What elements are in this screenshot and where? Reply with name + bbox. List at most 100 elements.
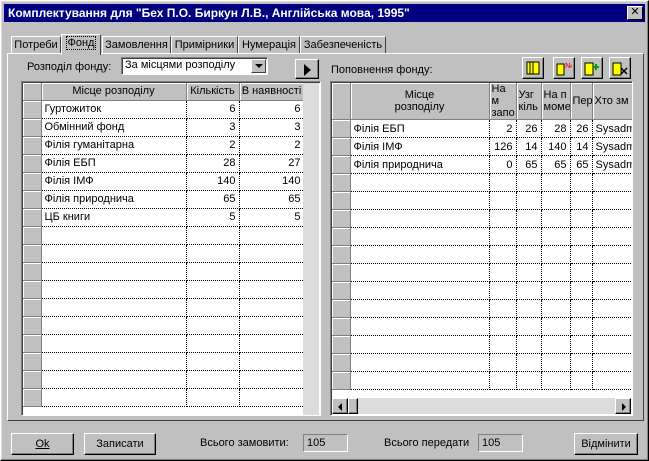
table-cell[interactable]: Обмінний фонд xyxy=(41,118,187,137)
table-cell[interactable] xyxy=(516,371,542,390)
table-cell[interactable]: 140 xyxy=(186,172,240,191)
table-cell[interactable]: 65 xyxy=(186,190,240,209)
table-cell[interactable] xyxy=(41,370,187,389)
table-row[interactable] xyxy=(23,352,305,371)
table-cell[interactable] xyxy=(489,209,517,228)
table-cell[interactable] xyxy=(541,299,571,318)
row-indicator[interactable] xyxy=(23,244,42,263)
table-cell[interactable]: 28 xyxy=(541,119,571,138)
ok-button[interactable]: Ok xyxy=(11,433,74,455)
table-cell[interactable] xyxy=(570,191,593,210)
table-cell[interactable]: Філія ЕБП xyxy=(350,119,490,138)
distribution-grid[interactable]: Місце розподілу Кількість В наявності Гу… xyxy=(21,81,321,416)
row-indicator[interactable] xyxy=(332,227,351,246)
row-indicator[interactable] xyxy=(332,245,351,264)
table-row[interactable] xyxy=(23,388,305,407)
col-header-place[interactable]: Місце розподілу xyxy=(41,83,187,101)
col-header-changed-by[interactable]: Хто зм xyxy=(592,83,632,120)
row-indicator[interactable] xyxy=(23,280,42,299)
table-cell[interactable]: Sysadm xyxy=(592,155,632,174)
row-indicator[interactable] xyxy=(23,208,42,227)
table-row[interactable] xyxy=(332,191,632,210)
table-cell[interactable] xyxy=(570,335,593,354)
table-cell[interactable] xyxy=(592,209,632,228)
table-cell[interactable] xyxy=(592,191,632,210)
table-cell[interactable] xyxy=(489,191,517,210)
table-cell[interactable]: Філія природнича xyxy=(41,190,187,209)
close-button[interactable]: ✕ xyxy=(627,6,643,20)
table-cell[interactable] xyxy=(239,316,305,335)
table-cell[interactable] xyxy=(489,173,517,192)
table-cell[interactable] xyxy=(570,263,593,282)
row-indicator[interactable] xyxy=(23,226,42,245)
table-cell[interactable]: ЦБ книги xyxy=(41,208,187,227)
row-indicator[interactable] xyxy=(23,298,42,317)
table-cell[interactable] xyxy=(516,353,542,372)
distribution-select[interactable]: За місцями розподілу xyxy=(121,57,268,75)
table-row[interactable] xyxy=(332,209,632,228)
table-cell[interactable] xyxy=(239,370,305,389)
row-indicator[interactable] xyxy=(23,352,42,371)
table-cell[interactable] xyxy=(41,262,187,281)
table-cell[interactable] xyxy=(592,371,632,390)
table-row[interactable] xyxy=(332,299,632,318)
row-indicator[interactable] xyxy=(332,353,351,372)
table-cell[interactable]: 3 xyxy=(239,118,305,137)
table-cell[interactable]: 65 xyxy=(239,190,305,209)
table-cell[interactable] xyxy=(489,227,517,246)
table-cell[interactable] xyxy=(239,244,305,263)
table-row[interactable] xyxy=(332,281,632,300)
row-indicator[interactable] xyxy=(332,155,351,174)
table-row[interactable]: ЦБ книги 5 5 xyxy=(23,208,305,227)
col-header-agreed[interactable]: Узг кіль xyxy=(516,83,542,120)
chevron-down-icon[interactable] xyxy=(251,59,266,73)
table-cell[interactable] xyxy=(239,352,305,371)
table-cell[interactable] xyxy=(350,371,490,390)
row-indicator[interactable] xyxy=(332,191,351,210)
table-cell[interactable] xyxy=(592,335,632,354)
table-cell[interactable] xyxy=(186,280,240,299)
row-indicator[interactable] xyxy=(332,173,351,192)
table-cell[interactable] xyxy=(239,388,305,407)
table-cell[interactable]: Філія ІМФ xyxy=(41,172,187,191)
number-book-button[interactable]: № xyxy=(553,57,575,79)
table-cell[interactable] xyxy=(350,299,490,318)
table-cell[interactable]: Філія ІМФ xyxy=(350,137,490,156)
table-cell[interactable] xyxy=(541,335,571,354)
row-indicator[interactable] xyxy=(23,316,42,335)
table-cell[interactable] xyxy=(516,227,542,246)
table-cell[interactable]: 3 xyxy=(186,118,240,137)
table-cell[interactable] xyxy=(592,263,632,282)
table-row[interactable]: Гуртожиток 6 6 xyxy=(23,100,305,119)
table-cell[interactable]: Sysadm xyxy=(592,119,632,138)
table-cell[interactable] xyxy=(570,353,593,372)
table-cell[interactable] xyxy=(489,317,517,336)
col-header-available[interactable]: В наявності xyxy=(239,83,305,101)
table-row[interactable] xyxy=(332,317,632,336)
table-cell[interactable] xyxy=(186,298,240,317)
tab-provision[interactable]: Забезпеченість xyxy=(300,36,386,54)
table-cell[interactable] xyxy=(570,281,593,300)
tab-copies[interactable]: Примірники xyxy=(171,36,238,54)
table-cell[interactable] xyxy=(592,317,632,336)
table-cell[interactable] xyxy=(541,353,571,372)
table-cell[interactable] xyxy=(186,262,240,281)
table-row[interactable] xyxy=(332,173,632,192)
table-cell[interactable]: Філія ЕБП xyxy=(41,154,187,173)
table-cell[interactable]: Філія гуманітарна xyxy=(41,136,187,155)
table-row[interactable] xyxy=(332,335,632,354)
table-cell[interactable]: 6 xyxy=(239,100,305,119)
table-cell[interactable] xyxy=(186,370,240,389)
table-row[interactable] xyxy=(23,244,305,263)
table-cell[interactable]: 5 xyxy=(239,208,305,227)
table-cell[interactable]: Гуртожиток xyxy=(41,100,187,119)
row-indicator[interactable] xyxy=(23,172,42,191)
row-indicator[interactable] xyxy=(23,136,42,155)
table-cell[interactable]: Філія природнича xyxy=(350,155,490,174)
table-cell[interactable] xyxy=(186,226,240,245)
table-cell[interactable]: 140 xyxy=(541,137,571,156)
row-indicator[interactable] xyxy=(23,334,42,353)
table-cell[interactable] xyxy=(186,334,240,353)
row-indicator[interactable] xyxy=(332,317,351,336)
table-cell[interactable] xyxy=(592,245,632,264)
